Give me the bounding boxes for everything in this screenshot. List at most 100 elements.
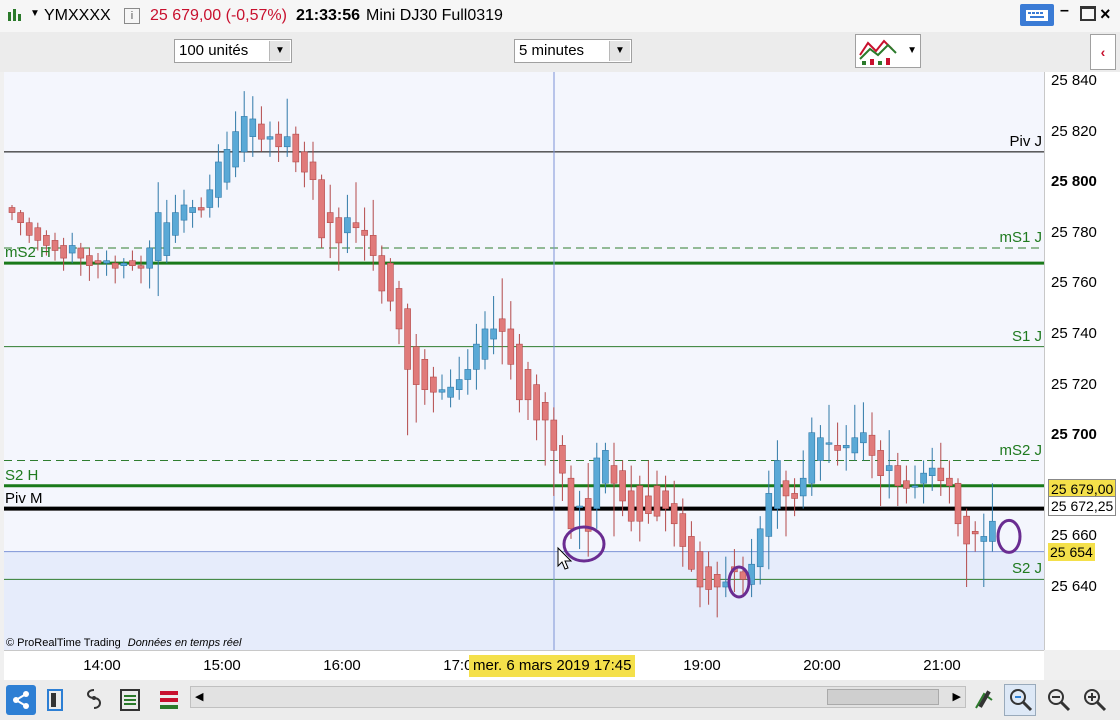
candle-body (860, 432, 867, 444)
level-label: S1 J (1011, 327, 1042, 345)
candle-body (808, 432, 816, 484)
indicator-icon[interactable] (82, 686, 106, 714)
price-tick: 25 840 (1051, 72, 1097, 89)
candle-body (223, 149, 231, 183)
price-chart[interactable]: Piv J mS1 J mS2 H S1 J mS2 J S2 H Piv M S2 J © … (4, 72, 1044, 650)
candle-body (980, 536, 988, 542)
scroll-left-icon[interactable]: ◀ (195, 690, 203, 703)
candle-body (774, 460, 781, 509)
time-axis[interactable]: 21:00 20:00 19:00 17:00 16:00 15:00 14:00 mer.… (4, 650, 1044, 681)
draw-tool-icon[interactable] (972, 686, 996, 714)
candle-body (395, 288, 403, 330)
candle-body (206, 189, 214, 208)
candle-body (559, 445, 566, 474)
zoom-fit-icon[interactable] (1004, 684, 1036, 716)
candle-body (309, 161, 317, 180)
minimize-icon[interactable]: – (1060, 2, 1069, 20)
candle-body (137, 265, 145, 269)
horizontal-scrollbar[interactable]: ◀ ▶ (190, 686, 966, 708)
candle-body (713, 574, 721, 588)
scroll-thumb[interactable] (827, 689, 939, 705)
chevron-down-icon[interactable]: ▼ (907, 45, 917, 56)
price-tick: 25 760 (1051, 274, 1097, 292)
close-icon[interactable]: × (1100, 4, 1111, 25)
level-label: mS2 H (5, 244, 51, 262)
share-icon[interactable] (6, 685, 36, 715)
chevron-down-icon[interactable]: ▼ (269, 41, 290, 61)
candle-body (8, 207, 16, 213)
candle-body (885, 465, 893, 471)
candle-body (739, 571, 747, 580)
candle-body (77, 247, 85, 259)
candle-body (447, 386, 454, 398)
candle-body (791, 493, 798, 499)
candle-body (524, 369, 532, 401)
candle-body (954, 482, 962, 525)
candle-body (51, 240, 59, 251)
candle-body (34, 227, 42, 241)
symbol-label[interactable]: YMXXXX (44, 7, 111, 25)
price-axis[interactable]: 25 840 25 820 25 800 25 780 25 760 25 740 25 7… (1044, 72, 1120, 650)
compare-icon[interactable] (156, 686, 182, 714)
scroll-right-icon[interactable]: ▶ (953, 690, 961, 703)
shaded-area (4, 551, 1044, 650)
candle-body (180, 204, 188, 221)
candle-body (172, 212, 179, 236)
time-tick: 15:00 (203, 657, 241, 674)
candlestick-chart[interactable] (4, 72, 1044, 650)
candle-body (86, 255, 93, 266)
candle-body (258, 123, 265, 140)
layout-icon[interactable] (44, 686, 68, 714)
price-tick: 25 820 (1051, 122, 1097, 140)
zoom-out-icon[interactable] (1044, 685, 1072, 715)
candle-body (679, 513, 687, 547)
level-label: mS2 J (999, 441, 1042, 459)
info-icon[interactable]: i (124, 8, 140, 24)
indicators-panel-icon[interactable]: ▼ (855, 34, 921, 68)
candle-body (283, 136, 291, 148)
candle-body (103, 260, 110, 264)
candle-body (335, 217, 343, 244)
candle-body (387, 262, 394, 302)
candle-body (653, 485, 661, 517)
symbol-dropdown-icon[interactable]: ▼ (30, 8, 40, 19)
keyboard-icon[interactable] (1020, 4, 1054, 26)
chevron-down-icon[interactable]: ▼ (609, 41, 630, 61)
candle-body (344, 217, 351, 234)
candle-body (782, 480, 790, 497)
candle-body (430, 376, 437, 393)
units-value: 100 unités (179, 42, 249, 59)
candle-body (851, 437, 859, 454)
candle-body (232, 131, 239, 168)
candle-body (369, 235, 377, 256)
candle-body (292, 133, 300, 163)
candle-body (17, 212, 24, 223)
level-label: mS1 J (999, 228, 1042, 246)
chart-app-icon[interactable] (6, 8, 24, 27)
units-select[interactable]: 100 unités ▼ (174, 39, 292, 63)
candle-body (455, 379, 463, 390)
candle-body (533, 384, 540, 421)
level-label: S2 J (1011, 560, 1042, 578)
maximize-icon[interactable] (1080, 6, 1096, 21)
period-select[interactable]: 5 minutes ▼ (514, 39, 632, 63)
candle-body (911, 485, 919, 488)
level-label: Piv M (5, 489, 43, 507)
candle-body (361, 229, 368, 236)
zoom-in-icon[interactable] (1080, 685, 1108, 715)
candle-body (877, 450, 884, 476)
collapse-icon[interactable]: ‹ (1090, 34, 1116, 70)
list-icon[interactable] (118, 686, 142, 714)
candle-body (662, 490, 669, 509)
candle-body (799, 477, 807, 497)
price-tick: 25 720 (1051, 375, 1097, 393)
candle-body (507, 328, 515, 365)
candle-body (481, 328, 489, 360)
candle-body (516, 343, 523, 401)
candle-body (645, 495, 652, 514)
candle-body (834, 445, 841, 451)
instrument-name: Mini DJ30 Full0319 (366, 7, 503, 24)
price-tick: 25 700 (1051, 426, 1097, 444)
candle-body (249, 118, 257, 137)
candle-body (937, 467, 945, 482)
